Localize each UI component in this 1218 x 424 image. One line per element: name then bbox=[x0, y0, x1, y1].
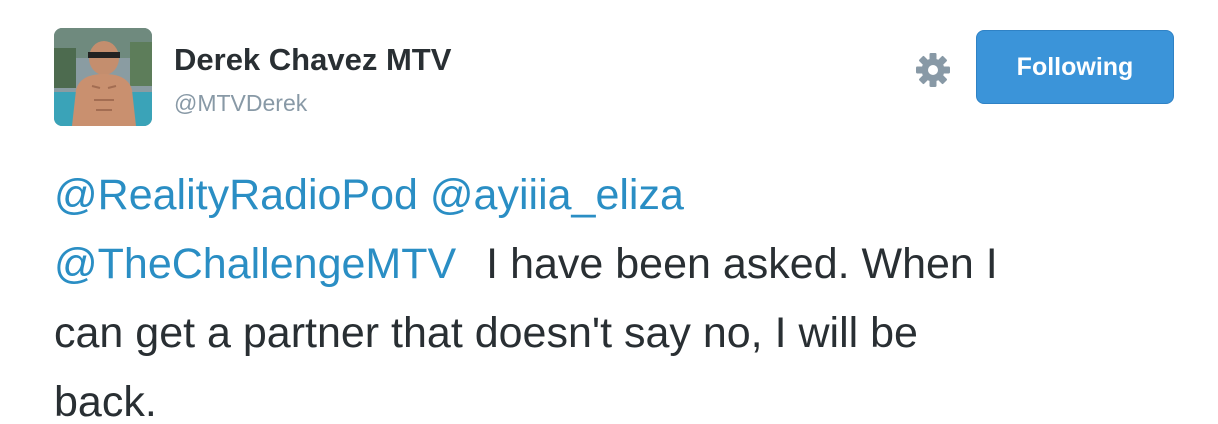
mention-link[interactable]: @RealityRadioPod bbox=[54, 171, 418, 219]
tweet-body-text: I have been asked. When I bbox=[486, 240, 998, 288]
author-display-name[interactable]: Derek Chavez MTV bbox=[174, 44, 451, 75]
avatar-photo bbox=[54, 28, 152, 126]
tweet-line-2: @TheChallengeMTV I have been asked. When … bbox=[54, 230, 1174, 299]
gear-icon[interactable] bbox=[914, 51, 952, 89]
tweet-line-4: back. bbox=[54, 378, 157, 424]
tweet-line-1: @RealityRadioPod @ayiiia_eliza bbox=[54, 161, 1174, 230]
following-button[interactable]: Following bbox=[976, 30, 1174, 104]
tweet-line-3: can get a partner that doesn't say no, I… bbox=[54, 309, 918, 357]
tweet-text: @RealityRadioPod @ayiiia_eliza @TheChall… bbox=[54, 161, 1174, 424]
author-handle[interactable]: @MTVDerek bbox=[174, 92, 307, 115]
mention-link[interactable]: @ayiiia_eliza bbox=[430, 171, 684, 219]
mention-link[interactable]: @TheChallengeMTV bbox=[54, 240, 456, 288]
avatar[interactable] bbox=[54, 28, 152, 126]
